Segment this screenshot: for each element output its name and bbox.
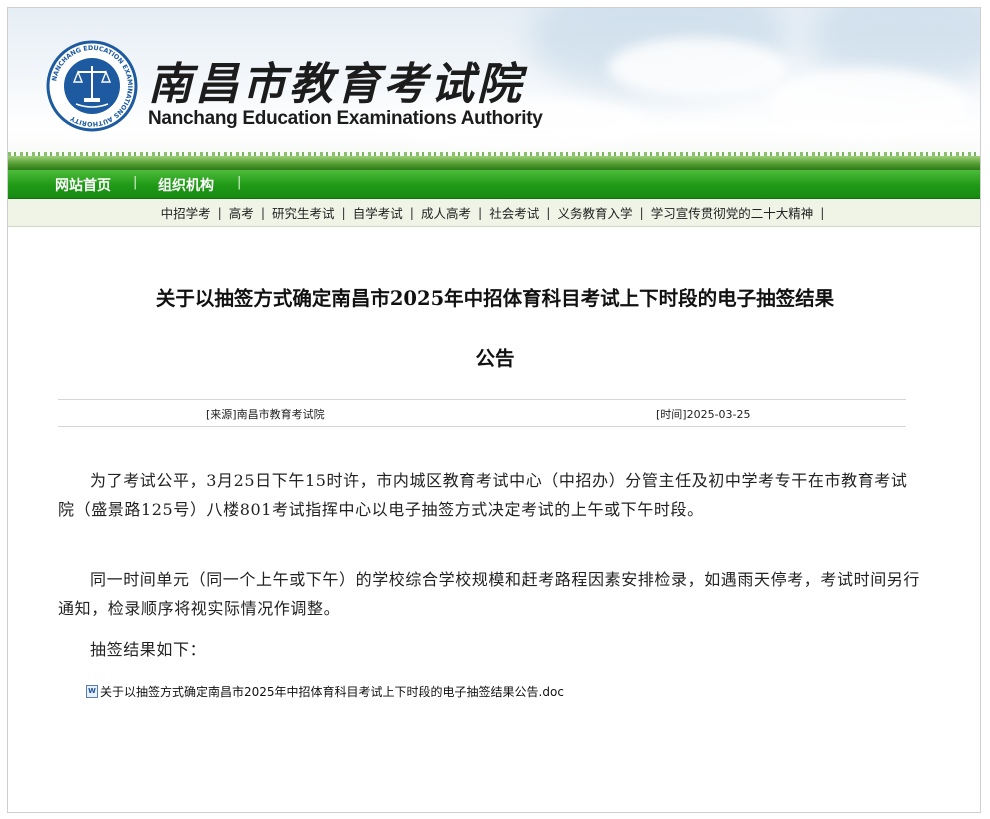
subnav-item-gaokao[interactable]: 高考	[228, 203, 255, 222]
word-doc-icon: W	[86, 685, 98, 698]
cloud-shape	[768, 68, 968, 138]
subnav-separator: |	[546, 205, 551, 220]
nav-item-home[interactable]: 网站首页	[55, 175, 111, 195]
nav-separator: |	[237, 175, 242, 190]
page-frame: NANCHANG EDUCATION EXAMINATIONS AUTHORIT…	[7, 7, 981, 813]
subnav-item-zhongzhao[interactable]: 中招学考	[160, 203, 212, 222]
subnav-separator: |	[341, 205, 346, 220]
subnav-item-adult[interactable]: 成人高考	[420, 203, 472, 222]
nav-separator: |	[133, 175, 138, 190]
scales-seal-icon[interactable]: NANCHANG EDUCATION EXAMINATIONS AUTHORIT…	[46, 40, 138, 132]
subnav-separator: |	[820, 205, 825, 220]
subnav-item-self-study[interactable]: 自学考试	[352, 203, 404, 222]
article-date: [时间]2025-03-25	[656, 408, 751, 421]
sub-nav: 中招学考 | 高考 | 研究生考试 | 自学考试 | 成人高考 | 社会考试 |…	[8, 199, 980, 227]
article-paragraph: 为了考试公平，3月25日下午15时许，市内城区教育考试中心（中招办）分管主任及初…	[58, 471, 908, 519]
nav-item-organization[interactable]: 组织机构	[158, 175, 214, 195]
subnav-item-graduate[interactable]: 研究生考试	[271, 203, 336, 222]
attachment-label: 关于以抽签方式确定南昌市2025年中招体育科目考试上下时段的电子抽签结果公告.d…	[100, 685, 564, 699]
subnav-separator: |	[217, 205, 222, 220]
subnav-item-party-study[interactable]: 学习宣传贯彻党的二十大精神	[650, 203, 815, 222]
main-nav: 网站首页 | 组织机构 |	[8, 170, 980, 199]
grass-strip	[8, 156, 980, 170]
subnav-separator: |	[639, 205, 644, 220]
site-title-en: Nanchang Education Examinations Authorit…	[148, 108, 543, 129]
site-title-cn: 南昌市教育考试院	[148, 59, 524, 110]
article-title: 关于以抽签方式确定南昌市2025年中招体育科目考试上下时段的电子抽签结果	[155, 287, 835, 310]
article-source: [来源]南昌市教育考试院	[206, 408, 325, 421]
cloud-shape	[608, 38, 788, 98]
subnav-separator: |	[260, 205, 266, 220]
subnav-item-social[interactable]: 社会考试	[488, 203, 540, 222]
article-paragraph: 抽签结果如下：	[90, 640, 207, 659]
subnav-separator: |	[409, 205, 414, 220]
attachment-link[interactable]: W 关于以抽签方式确定南昌市2025年中招体育科目考试上下时段的电子抽签结果公告…	[86, 683, 564, 700]
site-banner: NANCHANG EDUCATION EXAMINATIONS AUTHORIT…	[8, 8, 980, 170]
article-paragraph: 同一时间单元（同一个上午或下午）的学校综合学校规模和赶考路程因素安排检录，如遇雨…	[58, 570, 921, 618]
article-meta: [来源]南昌市教育考试院 [时间]2025-03-25	[58, 399, 906, 427]
subnav-separator: |	[478, 205, 483, 220]
article-title-line2: 公告	[475, 347, 515, 370]
subnav-item-compulsory[interactable]: 义务教育入学	[556, 203, 633, 222]
